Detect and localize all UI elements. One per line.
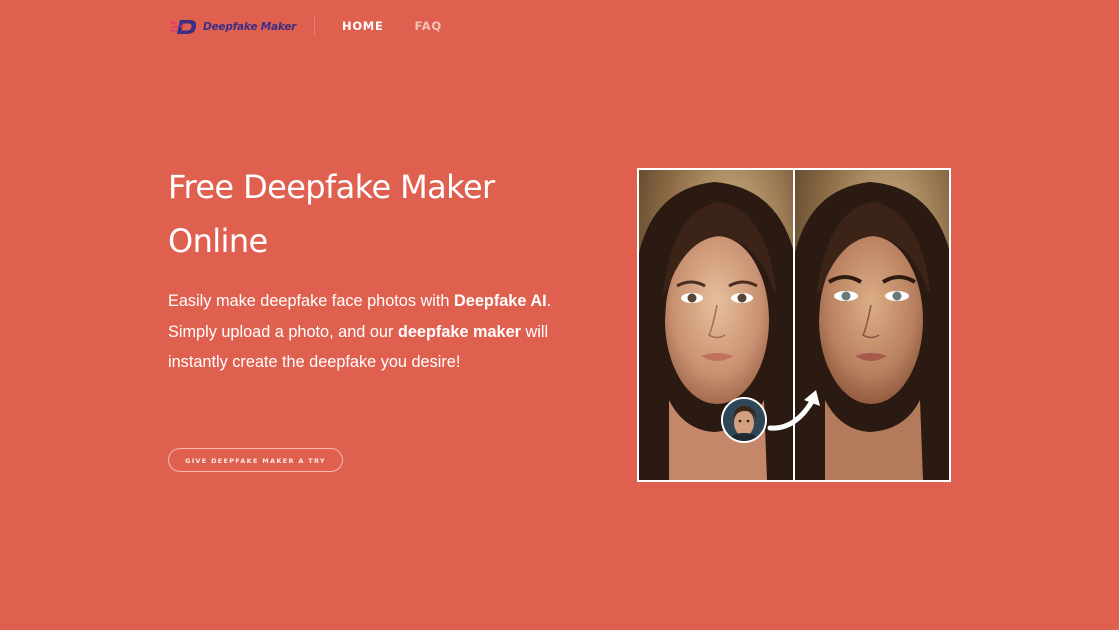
site-logo[interactable]: Deepfake Maker — [170, 17, 296, 37]
hero-title-line1: Free Deepfake Maker — [168, 168, 495, 206]
site-header: Deepfake Maker HOME FAQ — [0, 0, 1119, 52]
before-after-showcase — [637, 168, 951, 482]
hero-title: Free Deepfake Maker Online — [168, 160, 588, 268]
hero-desc-bold-deepfake-maker: deepfake maker — [397, 322, 521, 341]
deepfake-logo-icon — [170, 18, 200, 36]
face-avatar — [721, 397, 767, 443]
hero-description: Easily make deepfake face photos with De… — [168, 286, 568, 378]
nav-home-link[interactable]: HOME — [342, 19, 384, 33]
hero-desc-text-1: Easily make deepfake face photos with — [168, 292, 454, 310]
nav-divider — [314, 16, 315, 36]
hero-title-line2: Online — [168, 222, 268, 260]
hero-desc-bold-deepfake-ai: Deepfake AI — [454, 292, 547, 310]
logo-text: Deepfake Maker — [203, 21, 297, 33]
curved-arrow-icon — [766, 384, 826, 434]
main-nav: HOME FAQ — [342, 19, 442, 33]
try-deepfake-maker-button[interactable]: GIVE DEEPFAKE MAKER A TRY — [168, 448, 343, 472]
nav-faq-link[interactable]: FAQ — [415, 19, 442, 33]
